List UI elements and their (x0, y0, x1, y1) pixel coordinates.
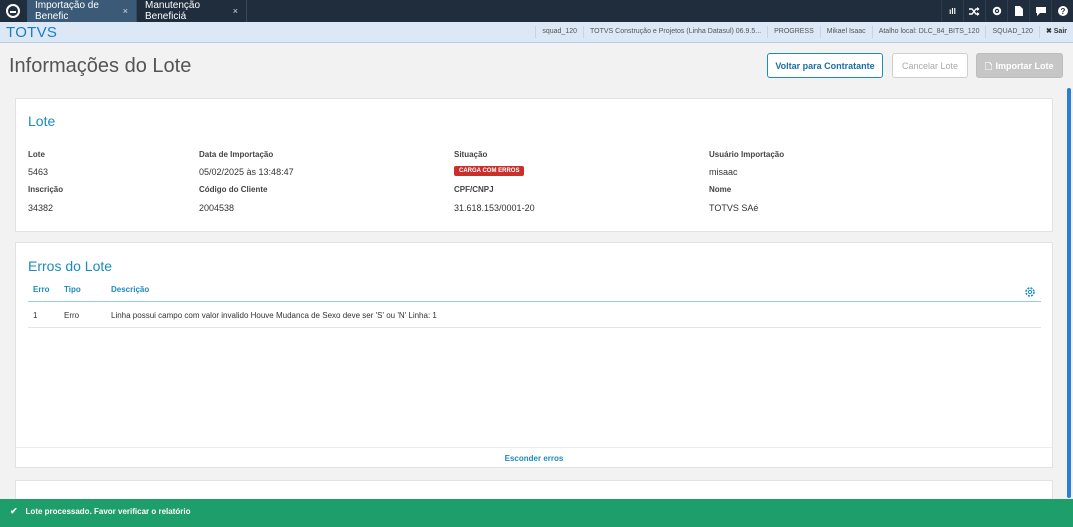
shuffle-icon[interactable] (963, 0, 985, 22)
errors-section-title: Erros do Lote (28, 258, 113, 274)
toast-message: Lote processado. Favor verificar o relat… (25, 506, 191, 516)
logout-button[interactable]: ✖ Sair (1038, 26, 1073, 38)
svg-text:?: ? (1060, 7, 1065, 16)
app-header: TOTVS squad_120 TOTVS Construção e Proje… (0, 22, 1073, 43)
header-info-item: TOTVS Construção e Projetos (Linha Datas… (583, 26, 767, 38)
bottom-strip (0, 523, 1073, 527)
hide-errors-link[interactable]: Esconder erros (16, 454, 1052, 463)
tab-importacao[interactable]: Importação de Benefic × (27, 0, 137, 22)
tab-manutencao[interactable]: Manutenção Beneficiá × (137, 0, 247, 22)
inscription-value: 34382 (28, 203, 54, 213)
column-header-descricao[interactable]: Descrição (111, 285, 149, 294)
column-header-erro[interactable]: Erro (33, 285, 49, 294)
top-tab-bar: Importação de Benefic × Manutenção Benef… (0, 0, 1073, 22)
gear-icon[interactable] (985, 0, 1007, 22)
inscription-label: Inscrição (28, 185, 64, 194)
app-logo-icon[interactable] (6, 4, 20, 18)
back-to-contractor-button[interactable]: Voltar para Contratante (767, 53, 883, 78)
import-lot-button[interactable]: Importar Lote (976, 53, 1063, 78)
header-info-item: Mikael Isaac (819, 26, 872, 38)
cpf-cnpj-label: CPF/CNPJ (454, 185, 494, 194)
lot-label: Lote (28, 150, 45, 159)
page-scrollbar[interactable] (1067, 88, 1071, 498)
table-settings-gear-icon[interactable] (1024, 286, 1036, 298)
client-code-value: 2004538 (199, 203, 235, 213)
header-info: squad_120 TOTVS Construção e Projetos (L… (535, 26, 1073, 38)
name-label: Nome (709, 185, 732, 194)
header-info-item: PROGRESS (767, 26, 820, 38)
name-value: TOTVS SAé (709, 203, 759, 213)
document-icon[interactable] (1007, 0, 1029, 22)
cancel-lot-button[interactable]: Cancelar Lote (892, 53, 968, 78)
chat-icon[interactable] (1029, 0, 1051, 22)
import-user-value: misaac (709, 167, 738, 177)
client-code-label: Código do Cliente (199, 185, 268, 194)
close-icon[interactable]: × (233, 6, 238, 16)
header-info-item: SQUAD_120 (985, 26, 1038, 38)
cell-tipo: Erro (64, 311, 80, 320)
lot-errors-panel: Erros do Lote Erro Tipo Descrição 1 Erro… (15, 242, 1053, 468)
import-date-label: Data de Importação (199, 150, 274, 159)
import-date-value: 05/02/2025 às 13:48:47 (199, 167, 294, 177)
close-icon[interactable]: × (123, 6, 128, 16)
header-info-item: squad_120 (535, 26, 583, 38)
tab-label: Importação de Benefic (35, 0, 99, 22)
cell-descricao: Linha possui campo com valor invalido Ho… (111, 311, 437, 320)
brand-logo: TOTVS (6, 23, 58, 41)
signal-icon[interactable]: ıll (941, 0, 963, 22)
success-toast: ✔ Lote processado. Favor verificar o rel… (0, 499, 1073, 523)
column-header-tipo[interactable]: Tipo (64, 285, 81, 294)
lot-info-panel: Lote Lote 5463 Data de Importação 05/02/… (15, 98, 1053, 232)
cpf-cnpj-value: 31.618.153/0001-20 (454, 203, 535, 213)
lot-section-title: Lote (28, 113, 56, 129)
page-title: Informações do Lote (9, 55, 192, 77)
help-icon[interactable]: ? (1051, 0, 1073, 22)
table-header-divider (28, 301, 1041, 302)
top-icon-group: ıll ? (941, 0, 1073, 22)
import-user-label: Usuário Importação (709, 150, 785, 159)
row-divider (28, 327, 1041, 328)
lot-value: 5463 (28, 167, 49, 177)
cell-erro: 1 (33, 311, 38, 320)
check-icon: ✔ (10, 505, 18, 516)
status-badge: CARGA COM ERROS (454, 166, 525, 176)
status-label: Situação (454, 150, 488, 159)
panel-footer-divider (16, 447, 1052, 448)
import-lot-label: Importar Lote (995, 60, 1054, 71)
document-icon (985, 61, 993, 70)
header-info-item: Atalho local: DLC_84_BITS_120 (871, 26, 986, 38)
tab-label: Manutenção Beneficiá (145, 0, 201, 22)
